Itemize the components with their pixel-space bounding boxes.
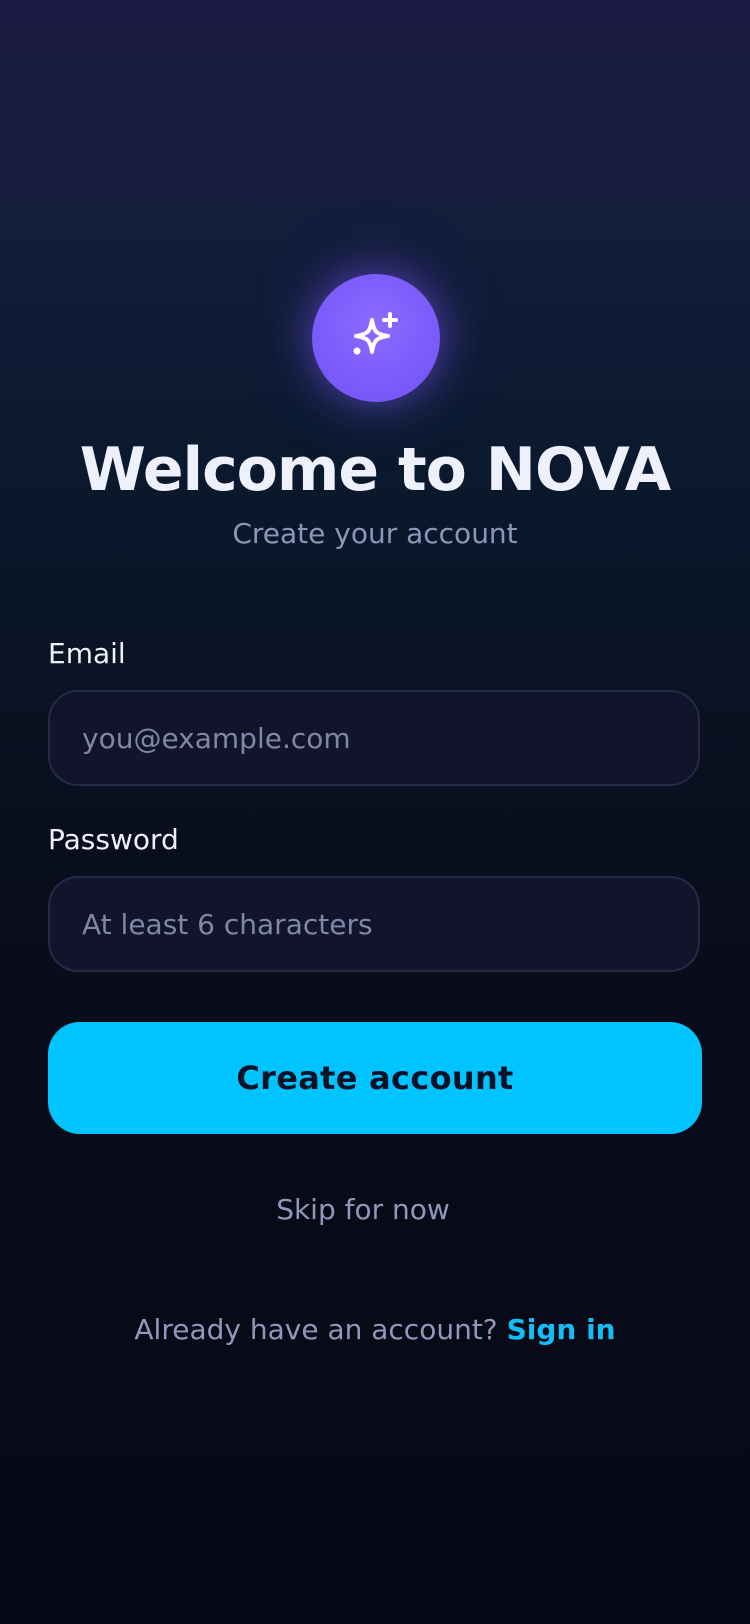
password-field-container [48,876,700,972]
page-title: Welcome to NOVA [79,435,671,505]
password-label: Password [48,823,179,856]
email-label: Email [48,637,126,670]
skip-button[interactable]: Skip for now [0,1190,726,1230]
signin-prompt-text: Already have an account? [134,1313,498,1346]
create-account-button[interactable]: Create account [48,1022,702,1134]
page-subtitle: Create your account [232,517,518,550]
app-logo [312,274,440,402]
password-field[interactable] [50,878,698,970]
sparkle-icon [353,312,398,355]
email-field-container [48,690,700,786]
signin-link[interactable]: Sign in [507,1313,616,1346]
signup-screen: Welcome to NOVA Create your account Emai… [0,0,750,1624]
email-field[interactable] [50,692,698,784]
signin-prompt: Already have an account? Sign in [0,1310,750,1350]
